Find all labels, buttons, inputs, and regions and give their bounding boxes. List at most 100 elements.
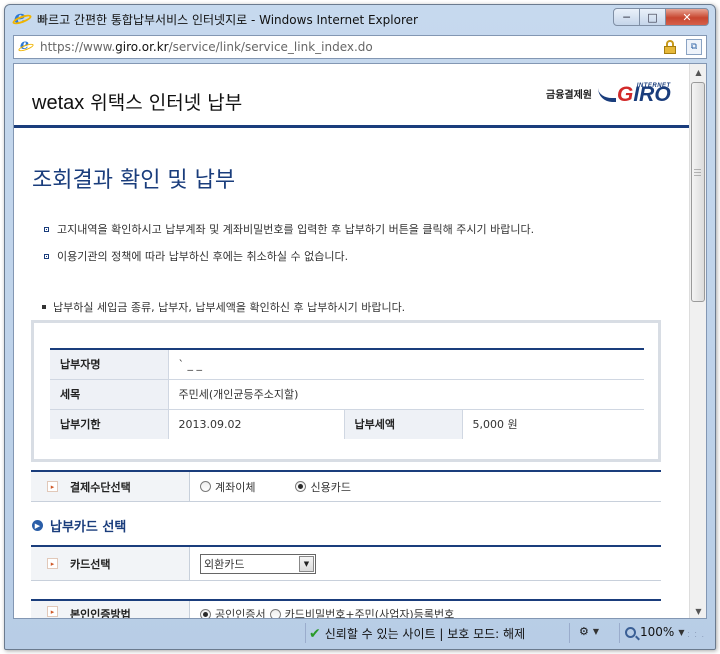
addon-status[interactable]: ⚙ ▼ xyxy=(579,625,599,638)
url-text[interactable]: https://www.giro.or.kr/service/link/serv… xyxy=(40,40,664,54)
scroll-down-icon[interactable]: ▼ xyxy=(690,603,706,618)
chevron-down-icon: ▼ xyxy=(678,627,685,637)
page-title: 조회결과 확인 및 납부 xyxy=(32,168,236,193)
vertical-scrollbar[interactable]: ▲ ― ― ― ▼ xyxy=(689,64,706,618)
card-section-heading-text: 납부카드 선택 xyxy=(50,520,127,535)
giro-g-letter: G xyxy=(617,83,634,106)
arrow-right-icon: ▸ xyxy=(47,606,58,617)
kftc-label: 금융결제원 xyxy=(546,90,592,101)
radio-credit-card[interactable]: 신용카드 xyxy=(295,479,351,495)
circle-arrow-icon: ▶ xyxy=(32,520,43,531)
close-button[interactable]: ✕ xyxy=(665,8,709,26)
radio-certificate[interactable]: 공인인증서 xyxy=(200,606,266,618)
scroll-up-icon[interactable]: ▲ xyxy=(690,64,706,81)
radio-account-transfer-control[interactable] xyxy=(200,481,211,492)
url-path: /service/link/service_link_index.do xyxy=(168,40,373,54)
payment-method-label-text: 결제수단선택 xyxy=(70,480,131,494)
tax-item-value: 주민세(개인균등주소지할) xyxy=(167,379,644,410)
radio-credit-card-label[interactable]: 신용카드 xyxy=(310,479,350,495)
bill-info-table: 납부자명 ` _ _ 세목 주민세(개인균등주소지할) 납부기한 2013.09… xyxy=(50,348,644,439)
window-title: 빠르고 간편한 통합납부서비스 인터넷지로 - Windows Internet… xyxy=(37,12,418,27)
notice-text: 고지내역을 확인하시고 납부계좌 및 계좌비밀번호를 입력한 후 납부하기 버튼… xyxy=(57,223,535,236)
gear-icon: ⚙ xyxy=(579,625,589,638)
security-zone-status[interactable]: ✔ 신뢰할 수 있는 사이트 | 보호 모드: 해제 xyxy=(309,625,525,642)
url-prefix: https://www. xyxy=(40,40,116,54)
page-viewport: wetax 위택스 인터넷 납부 금융결제원 INTERNET GIRO 조회결과… xyxy=(13,63,707,619)
confirm-note-text: 납부하실 세입금 종류, 납부자, 납부세액을 확인하신 후 납부하시기 바랍니… xyxy=(53,301,406,314)
scroll-grip-icon: ― ― ― xyxy=(694,165,701,179)
compatibility-view-icon[interactable]: ⧉ xyxy=(686,39,702,55)
lock-icon[interactable] xyxy=(664,40,676,54)
radio-account-transfer[interactable]: 계좌이체 xyxy=(200,479,255,495)
title-bar[interactable]: e 빠르고 간편한 통합납부서비스 인터넷지로 - Windows Intern… xyxy=(5,5,715,33)
tax-amount-value: 5,000 원 xyxy=(461,409,644,439)
magnifier-icon xyxy=(625,626,636,638)
status-divider xyxy=(619,623,620,643)
radio-card-password-label[interactable]: 카드비밀번호+주민(사업자)등록번호 xyxy=(285,606,455,618)
card-select-label: ▸ 카드선택 xyxy=(31,547,189,580)
status-divider xyxy=(569,623,570,643)
url-host: giro.or.kr xyxy=(115,40,169,54)
notice-item: 고지내역을 확인하시고 납부계좌 및 계좌비밀번호를 입력한 후 납부하기 버튼… xyxy=(44,221,534,237)
page-favicon-icon: e xyxy=(17,37,36,55)
check-icon: ✔ xyxy=(309,625,321,642)
chevron-down-icon: ▼ xyxy=(592,627,600,636)
radio-certificate-label[interactable]: 공인인증서 xyxy=(215,606,266,618)
auth-method-label-text: 본인인증방법 xyxy=(70,608,131,619)
address-bar[interactable]: e https://www.giro.or.kr/service/link/se… xyxy=(13,35,707,59)
table-row: 세목 주민세(개인균등주소지할) xyxy=(50,379,644,410)
window-controls: ─ □ ✕ xyxy=(613,8,709,26)
wetax-brand: wetax xyxy=(32,92,85,114)
status-bar: ✔ 신뢰할 수 있는 사이트 | 보호 모드: 해제 ⚙ ▼ 100% ▼ . … xyxy=(13,621,707,645)
resize-grip-icon[interactable]: . .. . . xyxy=(687,627,705,639)
card-select-row: ▸ 카드선택 외환카드 ▼ xyxy=(31,545,661,581)
minimize-button[interactable]: ─ xyxy=(613,8,640,26)
giro-logo: 금융결제원 INTERNET GIRO xyxy=(546,83,671,106)
site-title-text: 위택스 인터넷 납부 xyxy=(84,92,243,114)
giro-wordmark: INTERNET GIRO xyxy=(617,83,671,106)
payer-value: ` _ _ xyxy=(167,349,644,380)
maximize-button[interactable]: □ xyxy=(639,8,666,26)
ie-logo-icon: e xyxy=(11,7,33,28)
card-section-heading: ▶ 납부카드 선택 xyxy=(32,516,126,535)
notice-text: 이용기관의 정책에 따라 납부하신 후에는 취소하실 수 없습니다. xyxy=(57,250,349,263)
site-header: wetax 위택스 인터넷 납부 금융결제원 INTERNET GIRO xyxy=(14,64,691,128)
status-divider xyxy=(305,623,306,643)
arrow-right-icon: ▸ xyxy=(47,481,58,492)
zoom-control[interactable]: 100% ▼ xyxy=(625,625,684,639)
radio-account-transfer-label[interactable]: 계좌이체 xyxy=(215,479,255,495)
card-select-dropdown[interactable]: 외환카드 ▼ xyxy=(200,553,316,574)
radio-card-password[interactable]: 카드비밀번호+주민(사업자)등록번호 xyxy=(269,606,455,618)
payment-method-label: ▸ 결제수단선택 xyxy=(31,472,189,501)
card-select-value: 외환카드 xyxy=(204,557,245,571)
card-select-cell: 외환카드 ▼ xyxy=(189,547,661,580)
page-content: wetax 위택스 인터넷 납부 금융결제원 INTERNET GIRO 조회결과… xyxy=(14,64,691,619)
scrollbar-thumb[interactable] xyxy=(691,82,705,302)
notice-item: 이용기관의 정책에 따라 납부하신 후에는 취소하실 수 없습니다. xyxy=(44,248,348,264)
payment-method-row: ▸ 결제수단선택 계좌이체 신용카드 xyxy=(31,470,661,502)
card-select-label-text: 카드선택 xyxy=(70,557,111,571)
tax-amount-label: 납부세액 xyxy=(343,409,462,439)
due-date-label: 납부기한 xyxy=(50,409,168,439)
table-row: 납부자명 ` _ _ xyxy=(50,349,644,380)
tax-item-label: 세목 xyxy=(50,379,168,410)
payer-label: 납부자명 xyxy=(50,349,168,380)
confirm-note: 납부하실 세입금 종류, 납부자, 납부세액을 확인하신 후 납부하시기 바랍니… xyxy=(42,299,405,315)
giro-internet-label: INTERNET xyxy=(636,83,671,89)
arrow-right-icon: ▸ xyxy=(47,558,58,569)
bill-info-box: 납부자명 ` _ _ 세목 주민세(개인균등주소지할) 납부기한 2013.09… xyxy=(31,320,661,462)
due-date-value: 2013.09.02 xyxy=(167,409,344,439)
security-zone-text: 신뢰할 수 있는 사이트 | 보호 모드: 해제 xyxy=(324,627,526,641)
browser-window: e 빠르고 간편한 통합납부서비스 인터넷지로 - Windows Intern… xyxy=(4,4,716,650)
auth-method-options: 공인인증서 카드비밀번호+주민(사업자)등록번호 xyxy=(189,601,661,618)
dot-bullet-icon xyxy=(42,305,46,309)
radio-certificate-control[interactable] xyxy=(200,608,211,618)
site-title: wetax 위택스 인터넷 납부 xyxy=(32,88,242,115)
auth-method-row: ▸ 본인인증방법 공인인증서 카드비밀번호+주민(사업자)등록번호 xyxy=(31,599,661,619)
payment-method-options: 계좌이체 신용카드 xyxy=(189,472,661,501)
radio-card-password-control[interactable] xyxy=(269,608,281,618)
table-row: 납부기한 2013.09.02 납부세액 5,000 원 xyxy=(50,409,644,439)
radio-credit-card-control[interactable] xyxy=(295,481,307,492)
auth-method-label: ▸ 본인인증방법 xyxy=(31,601,189,619)
chevron-down-icon[interactable]: ▼ xyxy=(299,555,314,572)
